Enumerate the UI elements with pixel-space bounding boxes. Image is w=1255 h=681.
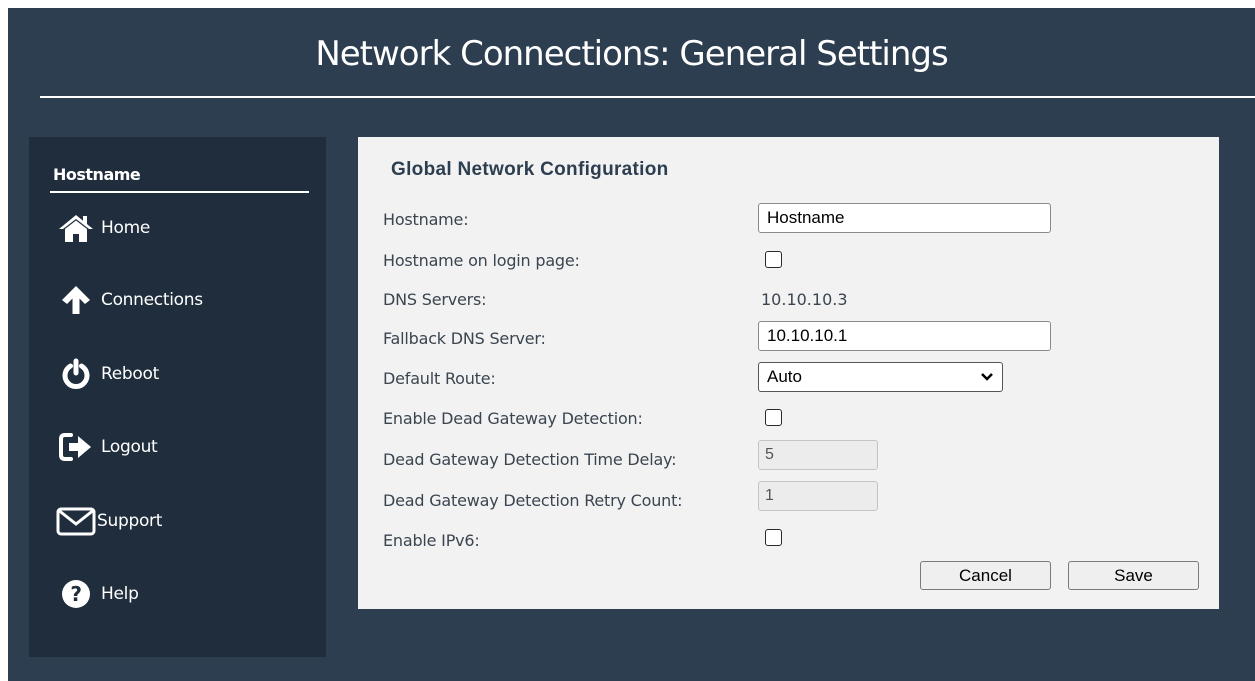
hostname-label: Hostname: [383,210,469,229]
hostname-on-login-label: Hostname on login page: [383,251,580,270]
retry-count-label: Dead Gateway Detection Retry Count: [383,491,683,510]
sidebar-item-label: Support [97,511,163,531]
hostname-on-login-checkbox[interactable] [765,251,782,268]
sidebar-item-support[interactable]: Support [53,501,162,541]
hostname-input[interactable] [758,203,1051,233]
dead-gateway-label: Enable Dead Gateway Detection: [383,409,643,428]
default-route-select[interactable]: Auto [758,362,1003,392]
home-icon [53,210,99,246]
sidebar-item-label: Help [101,584,139,604]
time-delay-label: Dead Gateway Detection Time Delay: [383,450,677,469]
panel-heading: Global Network Configuration [391,159,669,180]
save-button[interactable]: Save [1068,561,1199,590]
question-icon: ? [53,576,99,612]
page-title: Network Connections: General Settings [315,34,948,74]
ipv6-checkbox[interactable] [765,529,782,546]
dns-servers-value: 10.10.10.3 [761,290,848,309]
default-route-label: Default Route: [383,369,496,388]
svg-text:?: ? [70,582,81,606]
sidebar-item-reboot[interactable]: Reboot [53,354,159,394]
app-frame: Network Connections: General Settings Ho… [8,8,1255,681]
sidebar: Hostname Home Connections Reboot Logout … [29,137,326,657]
default-route-value: Auto [767,367,802,386]
sidebar-item-label: Reboot [101,364,159,384]
cancel-button[interactable]: Cancel [920,561,1051,590]
fallback-dns-input[interactable] [758,321,1051,351]
sidebar-item-label: Logout [101,437,158,457]
sidebar-item-home[interactable]: Home [53,208,150,248]
title-divider [40,96,1255,98]
sidebar-item-connections[interactable]: Connections [53,280,203,320]
fallback-dns-label: Fallback DNS Server: [383,329,546,348]
sidebar-heading: Hostname [53,165,141,184]
logout-icon [53,429,99,465]
chevron-down-icon [980,367,994,387]
time-delay-input[interactable] [758,440,878,470]
retry-count-input[interactable] [758,481,878,511]
power-icon [53,356,99,392]
arrow-up-icon [53,282,99,318]
sidebar-divider [50,191,309,193]
envelope-icon [53,503,99,539]
settings-panel: Global Network Configuration Hostname: H… [358,137,1219,609]
sidebar-item-help[interactable]: ? Help [53,574,139,614]
ipv6-label: Enable IPv6: [383,531,480,550]
dead-gateway-checkbox[interactable] [765,409,782,426]
sidebar-item-logout[interactable]: Logout [53,427,158,467]
dns-servers-label: DNS Servers: [383,290,487,309]
sidebar-item-label: Connections [101,290,203,310]
sidebar-item-label: Home [101,218,151,238]
